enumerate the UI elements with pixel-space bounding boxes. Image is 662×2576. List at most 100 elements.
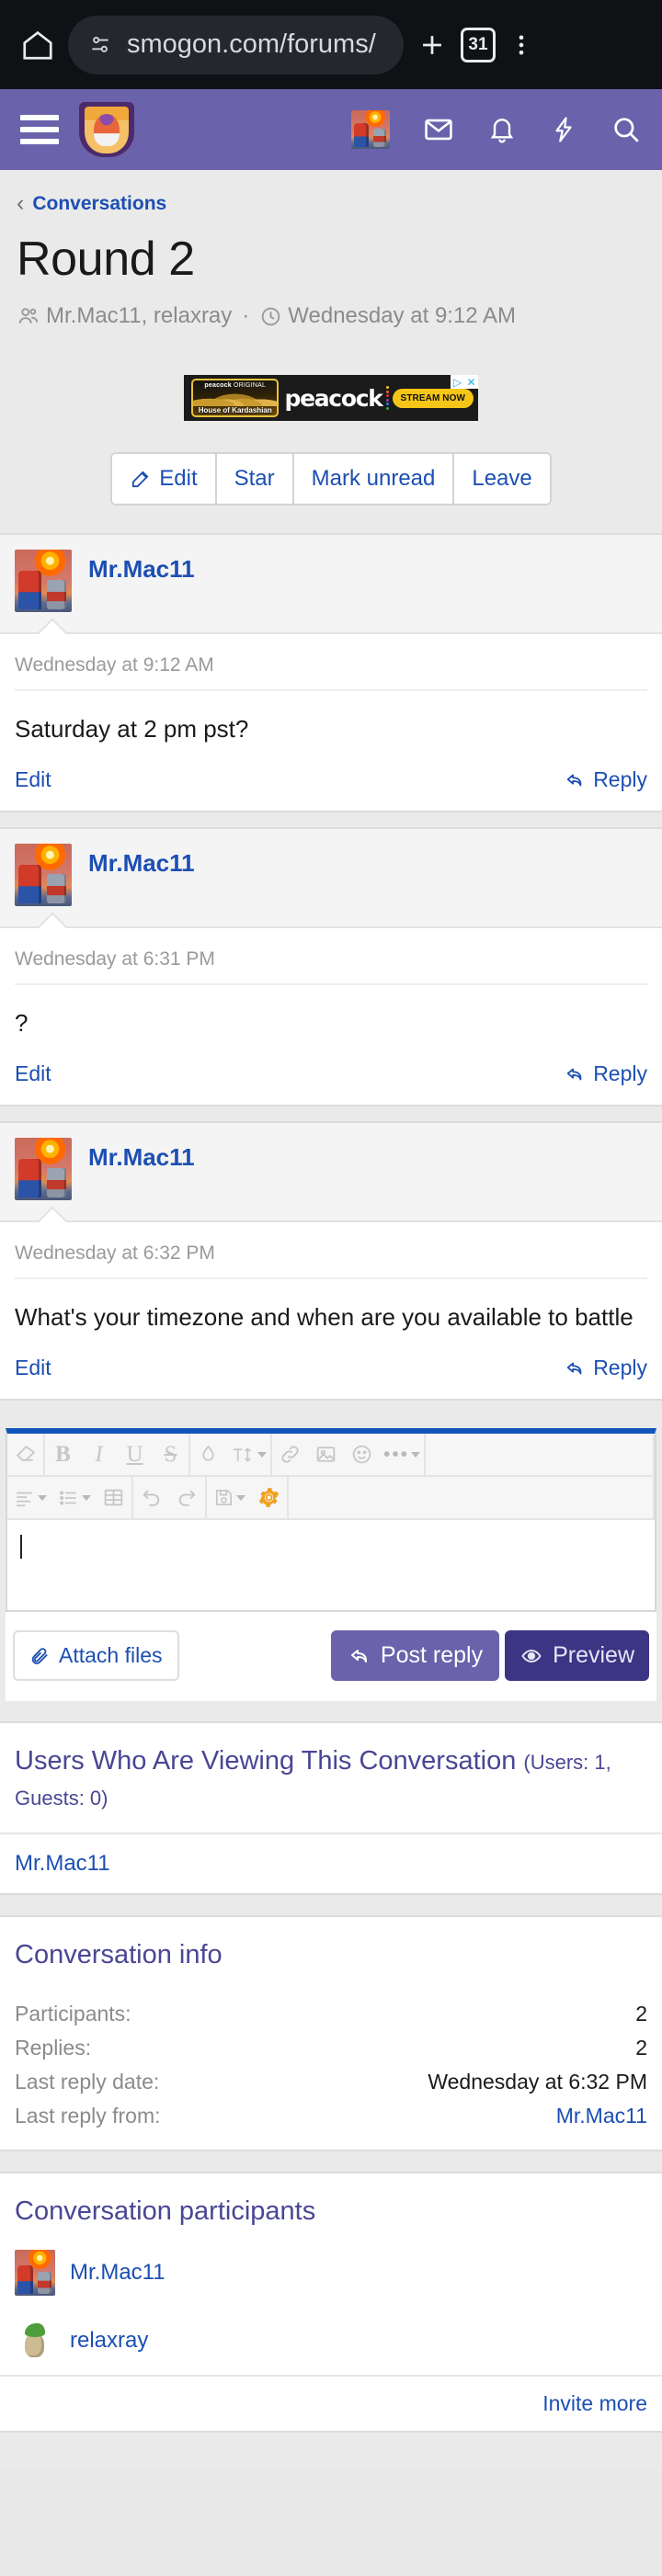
invite-more-row: Invite more — [0, 2374, 662, 2431]
message-body: Wednesday at 9:12 AM Saturday at 2 pm ps… — [0, 634, 662, 811]
plus-icon[interactable] — [417, 29, 448, 61]
ad-cta-button[interactable]: STREAM NOW — [392, 388, 474, 408]
message-edit-link[interactable]: Edit — [15, 1061, 51, 1086]
conversation-info-list: Participants: 2 Replies: 2 Last reply da… — [0, 1990, 662, 2150]
breadcrumb-link-conversations[interactable]: Conversations — [32, 193, 166, 215]
address-bar[interactable]: smogon.com/forums/ — [68, 15, 404, 74]
close-icon[interactable]: ✕ — [464, 375, 478, 389]
info-row: Last reply from: Mr.Mac11 — [15, 2099, 647, 2133]
font-size-icon[interactable] — [226, 1434, 270, 1475]
list-icon[interactable] — [51, 1477, 96, 1518]
toolbar-group-text-style: B I U S — [45, 1434, 190, 1476]
reply-arrow-icon — [348, 1645, 371, 1667]
reply-editor-container: B I U S ••• Attach files Post reply Prev… — [0, 1415, 662, 1702]
conversation-info-block: Conversation info Participants: 2 Replie… — [0, 1914, 662, 2151]
strikethrough-icon[interactable]: S — [153, 1434, 188, 1475]
url-text: smogon.com/forums/ — [127, 29, 376, 59]
envelope-icon[interactable] — [423, 114, 454, 145]
tab-counter[interactable]: 31 — [461, 27, 496, 62]
more-options-icon[interactable]: ••• — [380, 1434, 424, 1475]
edit-conversation-button[interactable]: Edit — [112, 454, 217, 504]
post-reply-button[interactable]: Post reply — [330, 1630, 500, 1682]
three-dot-menu-icon[interactable] — [508, 29, 534, 61]
participant-link[interactable]: Mr.Mac11 — [70, 2260, 166, 2286]
clock-icon — [259, 305, 282, 328]
adchoices-icon[interactable]: ▷ — [451, 375, 464, 389]
ad-controls: ▷ ✕ — [451, 375, 478, 389]
message-header: Mr.Mac11 — [0, 829, 662, 929]
message-reply-label: Reply — [593, 1061, 647, 1086]
attach-files-button[interactable]: Attach files — [13, 1630, 179, 1682]
message-timestamp[interactable]: Wednesday at 9:12 AM — [15, 634, 647, 691]
invite-more-link[interactable]: Invite more — [542, 2391, 647, 2415]
message-reply-label: Reply — [593, 767, 647, 792]
info-value-link[interactable]: Mr.Mac11 — [556, 2104, 647, 2128]
message-reply-link[interactable]: Reply — [564, 1356, 647, 1380]
smogon-shield-logo[interactable] — [79, 102, 134, 157]
page-title: Round 2 — [17, 233, 195, 286]
advertisement[interactable]: peacock ORIGINAL House of Kardashian pea… — [184, 375, 478, 421]
bell-icon[interactable] — [487, 114, 517, 145]
site-settings-icon[interactable] — [88, 33, 112, 57]
ad-brand-block: peacock STREAM NOW — [284, 385, 478, 412]
avatar[interactable] — [15, 550, 72, 612]
hamburger-menu-icon[interactable] — [20, 115, 59, 144]
message-timestamp[interactable]: Wednesday at 6:32 PM — [15, 1222, 647, 1280]
text-align-icon[interactable] — [7, 1477, 51, 1518]
info-label: Replies: — [15, 2035, 92, 2060]
info-row: Participants: 2 — [15, 1997, 647, 2031]
preview-button[interactable]: Preview — [505, 1630, 649, 1682]
message-author-link[interactable]: Mr.Mac11 — [88, 550, 195, 584]
preview-label: Preview — [553, 1642, 634, 1669]
post-reply-label: Post reply — [380, 1642, 484, 1669]
undo-icon[interactable] — [133, 1477, 169, 1518]
reply-input[interactable] — [7, 1520, 655, 1611]
reply-arrow-icon — [564, 1358, 586, 1379]
avatar[interactable] — [15, 844, 72, 907]
message-footer: Edit Reply — [15, 1049, 647, 1105]
participant-link[interactable]: relaxray — [70, 2328, 148, 2354]
browser-toolbar: smogon.com/forums/ 31 — [0, 0, 662, 89]
emoji-icon[interactable] — [344, 1434, 380, 1475]
avatar[interactable] — [351, 110, 390, 149]
chevron-left-icon: ‹ — [17, 190, 25, 216]
message-author-link[interactable]: Mr.Mac11 — [88, 1138, 195, 1172]
message-reply-link[interactable]: Reply — [564, 767, 647, 792]
avatar[interactable] — [15, 2249, 55, 2296]
viewer-link[interactable]: Mr.Mac11 — [15, 1851, 110, 1876]
insert-link-icon[interactable] — [272, 1434, 308, 1475]
draft-icon[interactable] — [207, 1477, 251, 1518]
message-footer: Edit Reply — [15, 1343, 647, 1399]
leave-conversation-button[interactable]: Leave — [454, 454, 550, 504]
message-author-link[interactable]: Mr.Mac11 — [88, 844, 195, 878]
list-item: Mr.Mac11 — [0, 2239, 662, 2307]
underline-icon[interactable]: U — [117, 1434, 153, 1475]
italic-icon[interactable]: I — [81, 1434, 117, 1475]
redo-icon[interactable] — [169, 1477, 205, 1518]
ad-poster-art: peacock ORIGINAL House of Kardashian — [191, 379, 280, 417]
viewers-title-text: Users Who Are Viewing This Conversation — [15, 1746, 517, 1776]
insert-image-icon[interactable] — [308, 1434, 344, 1475]
section-gap — [0, 1701, 662, 1722]
bold-icon[interactable]: B — [45, 1434, 81, 1475]
star-conversation-label: Star — [234, 466, 275, 491]
viewers-block: Users Who Are Viewing This Conversation … — [0, 1721, 662, 1895]
lightning-bolt-icon[interactable] — [550, 114, 577, 145]
magnifier-icon[interactable] — [611, 114, 642, 145]
message-timestamp[interactable]: Wednesday at 6:31 PM — [15, 928, 647, 986]
viewers-title: Users Who Are Viewing This Conversation … — [0, 1723, 662, 1834]
avatar[interactable] — [15, 1138, 72, 1201]
message-edit-link[interactable]: Edit — [15, 767, 51, 792]
editor-button-bar: Attach files Post reply Preview — [6, 1612, 656, 1702]
editor-settings-icon[interactable] — [251, 1477, 287, 1518]
message-reply-link[interactable]: Reply — [564, 1061, 647, 1086]
text-color-icon[interactable] — [190, 1434, 226, 1475]
remove-formatting-icon[interactable] — [7, 1434, 43, 1475]
mark-unread-button[interactable]: Mark unread — [293, 454, 455, 504]
insert-table-icon[interactable] — [96, 1477, 131, 1518]
toolbar-group-clear — [7, 1434, 45, 1476]
message-edit-link[interactable]: Edit — [15, 1356, 51, 1380]
avatar[interactable] — [15, 2317, 55, 2364]
home-icon[interactable] — [20, 28, 55, 62]
star-conversation-button[interactable]: Star — [216, 454, 294, 504]
